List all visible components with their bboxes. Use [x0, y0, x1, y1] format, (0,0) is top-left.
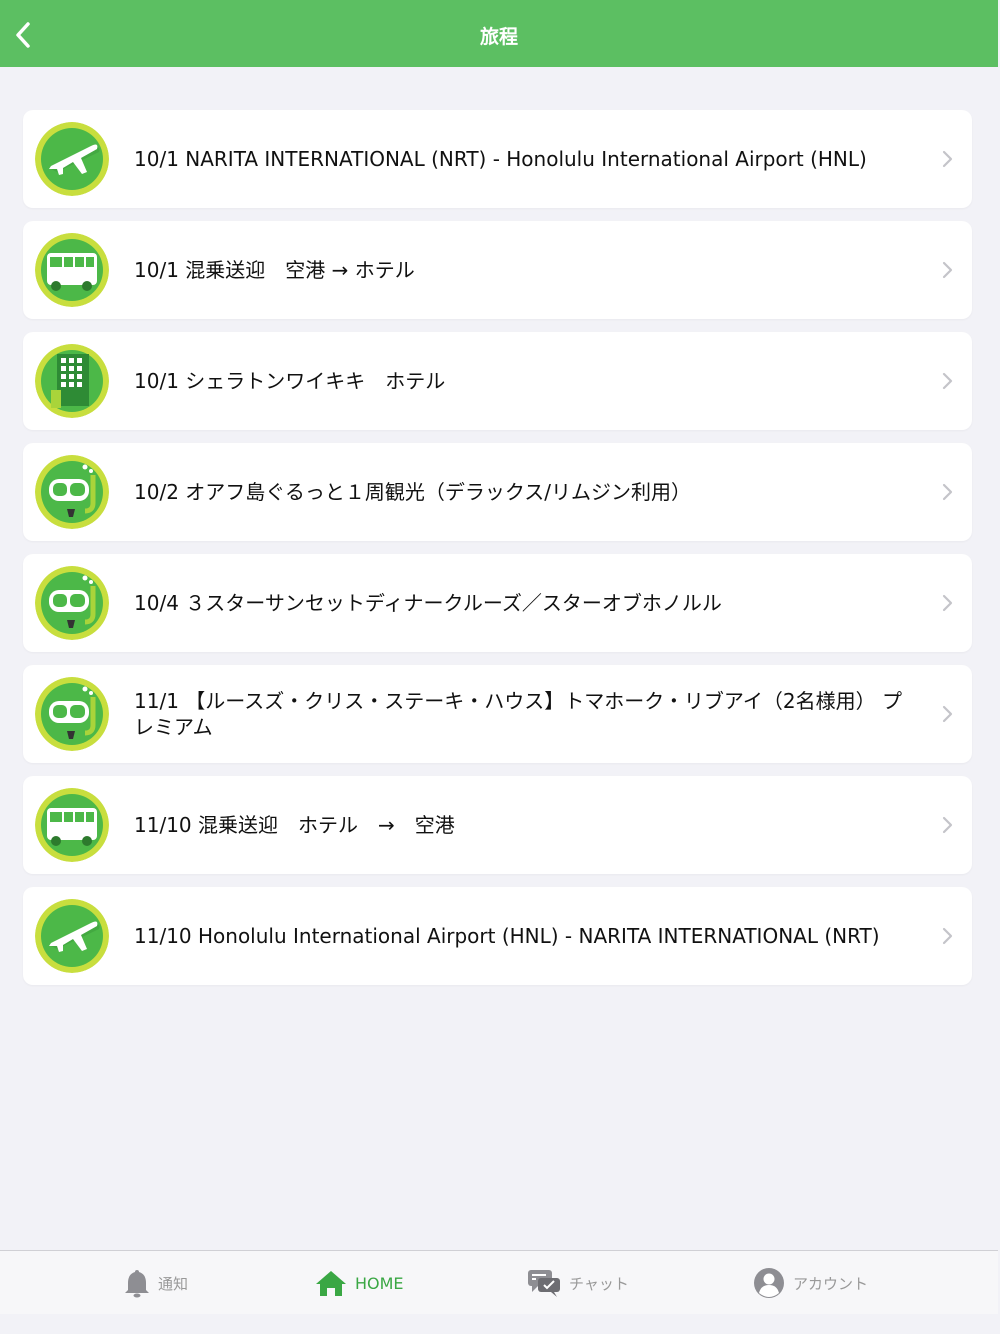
itinerary-item-transfer-to-hotel[interactable]: 10/1 混乗送迎 空港 → ホテル: [23, 221, 972, 319]
airplane-icon: [35, 899, 109, 973]
chevron-right-icon: [942, 705, 953, 723]
tab-label: チャット: [569, 1274, 629, 1293]
itinerary-label: 10/4 ３スターサンセットディナークルーズ／スターオブホノルル: [134, 591, 722, 615]
chevron-right-icon: [942, 816, 953, 834]
tab-label: 通知: [158, 1274, 189, 1293]
user-avatar-icon: [754, 1268, 784, 1298]
tab-home[interactable]: HOME: [315, 1251, 404, 1315]
chat-bubbles-icon: [528, 1270, 560, 1297]
itinerary-item-activity-oahu-tour[interactable]: 10/2 オアフ島ぐるっと１周観光（デラックス/リムジン利用）: [23, 443, 972, 541]
itinerary-label: 10/2 オアフ島ぐるっと１周観光（デラックス/リムジン利用）: [134, 480, 692, 504]
itinerary-list: 10/1 NARITA INTERNATIONAL (NRT) - Honolu…: [23, 110, 972, 998]
chevron-right-icon: [942, 594, 953, 612]
snorkel-mask-icon: [35, 455, 109, 529]
itinerary-label: 11/1 【ルースズ・クリス・ステーキ・ハウス】トマホーク・リブアイ（2名様用）…: [134, 689, 902, 739]
tab-notifications[interactable]: 通知: [124, 1251, 188, 1315]
hotel-building-icon: [35, 344, 109, 418]
chevron-right-icon: [942, 927, 953, 945]
itinerary-label: 10/1 混乗送迎 空港 → ホテル: [134, 258, 415, 282]
itinerary-item-hotel[interactable]: 10/1 シェラトンワイキキ ホテル: [23, 332, 972, 430]
itinerary-label: 10/1 NARITA INTERNATIONAL (NRT) - Honolu…: [134, 147, 867, 171]
chevron-right-icon: [942, 261, 953, 279]
navigation-bar: 旅程: [0, 0, 998, 67]
tab-label: アカウント: [793, 1274, 869, 1293]
chevron-right-icon: [942, 150, 953, 168]
snorkel-mask-icon: [35, 677, 109, 751]
chevron-right-icon: [942, 483, 953, 501]
chevron-right-icon: [942, 372, 953, 390]
itinerary-item-activity-steakhouse[interactable]: 11/1 【ルースズ・クリス・ステーキ・ハウス】トマホーク・リブアイ（2名様用）…: [23, 665, 972, 763]
tab-account[interactable]: アカウント: [753, 1251, 868, 1315]
snorkel-mask-icon: [35, 566, 109, 640]
itinerary-item-flight-outbound[interactable]: 10/1 NARITA INTERNATIONAL (NRT) - Honolu…: [23, 110, 972, 208]
itinerary-label: 11/10 Honolulu International Airport (HN…: [134, 924, 880, 948]
itinerary-label: 11/10 混乗送迎 ホテル → 空港: [134, 813, 455, 837]
home-icon: [316, 1271, 346, 1296]
page-title: 旅程: [479, 26, 518, 48]
tab-bar: 通知 HOME チャット アカウント: [0, 1250, 998, 1314]
tab-chat[interactable]: チャット: [527, 1251, 629, 1315]
bell-icon: [125, 1270, 149, 1298]
bus-icon: [35, 233, 109, 307]
tab-label: HOME: [355, 1273, 404, 1293]
itinerary-label: 10/1 シェラトンワイキキ ホテル: [134, 369, 446, 393]
itinerary-item-flight-return[interactable]: 11/10 Honolulu International Airport (HN…: [23, 887, 972, 985]
bus-icon: [35, 788, 109, 862]
airplane-icon: [35, 122, 109, 196]
itinerary-item-activity-dinner-cruise[interactable]: 10/4 ３スターサンセットディナークルーズ／スターオブホノルル: [23, 554, 972, 652]
itinerary-item-transfer-to-airport[interactable]: 11/10 混乗送迎 ホテル → 空港: [23, 776, 972, 874]
